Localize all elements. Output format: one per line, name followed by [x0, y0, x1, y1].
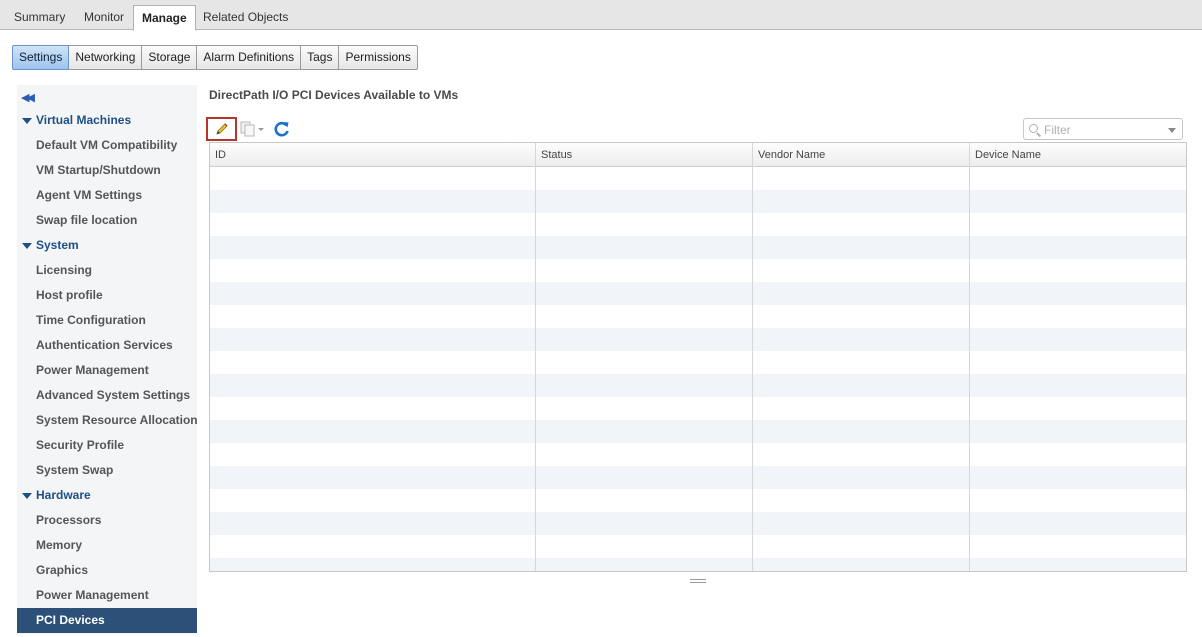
- nav-group-label: Virtual Machines: [36, 113, 132, 127]
- settings-sidebar: ◀◀ Virtual Machines Default VM Compatibi…: [17, 85, 197, 634]
- chevron-down-icon[interactable]: [1168, 128, 1176, 133]
- tab-manage[interactable]: Manage: [133, 5, 196, 31]
- double-chevron-left-icon[interactable]: ◀◀: [21, 91, 35, 104]
- subtab-tags[interactable]: Tags: [301, 45, 340, 70]
- column-header-status[interactable]: Status: [536, 143, 753, 167]
- table-row: [210, 374, 1186, 397]
- table-row: [210, 167, 1186, 190]
- nav-item-vm-startup-shutdown[interactable]: VM Startup/Shutdown: [17, 158, 197, 183]
- nav-item-time-configuration[interactable]: Time Configuration: [17, 308, 197, 333]
- copy-settings-button[interactable]: [240, 120, 268, 138]
- subtab-storage[interactable]: Storage: [142, 45, 198, 70]
- nav-item-security-profile[interactable]: Security Profile: [17, 433, 197, 458]
- triangle-down-icon: [22, 243, 32, 249]
- table-row: [210, 282, 1186, 305]
- table-row: [210, 558, 1186, 571]
- table-row: [210, 489, 1186, 512]
- table-row: [210, 305, 1186, 328]
- page-title: DirectPath I/O PCI Devices Available to …: [209, 88, 459, 102]
- filter-input[interactable]: [1044, 122, 1159, 137]
- nav-item-agent-vm-settings[interactable]: Agent VM Settings: [17, 183, 197, 208]
- table-row: [210, 443, 1186, 466]
- column-divider: [752, 143, 753, 571]
- nav-item-advanced-system-settings[interactable]: Advanced System Settings: [17, 383, 197, 408]
- tab-summary[interactable]: Summary: [6, 5, 73, 30]
- table-row: [210, 351, 1186, 374]
- nav-item-processors[interactable]: Processors: [17, 508, 197, 533]
- column-header-id[interactable]: ID: [210, 143, 536, 167]
- refresh-button[interactable]: [273, 120, 291, 138]
- table-body: [210, 167, 1186, 571]
- table-row: [210, 535, 1186, 558]
- tab-related-objects[interactable]: Related Objects: [195, 5, 296, 30]
- nav-item-system-resource-allocation[interactable]: System Resource Allocation: [17, 408, 197, 433]
- subtab-networking[interactable]: Networking: [69, 45, 143, 70]
- nav-group-label: Hardware: [36, 488, 91, 502]
- nav-item-power-management-hardware[interactable]: Power Management: [17, 583, 197, 608]
- filter-box: [1023, 118, 1183, 140]
- resize-grip-icon[interactable]: [690, 579, 706, 585]
- table-row: [210, 259, 1186, 282]
- pencil-icon: [215, 123, 228, 135]
- column-header-vendor-name[interactable]: Vendor Name: [753, 143, 970, 167]
- top-tab-bar: Summary Monitor Manage Related Objects: [0, 0, 1202, 31]
- nav-group-virtual-machines[interactable]: Virtual Machines: [17, 108, 197, 133]
- triangle-down-icon: [22, 118, 32, 124]
- edit-button[interactable]: [206, 117, 237, 141]
- refresh-icon: [274, 121, 289, 137]
- table-row: [210, 420, 1186, 443]
- column-divider: [969, 143, 970, 571]
- table-row: [210, 213, 1186, 236]
- table-header: ID Status Vendor Name Device Name: [210, 143, 1186, 167]
- column-divider: [535, 143, 536, 571]
- table-row: [210, 397, 1186, 420]
- table-row: [210, 190, 1186, 213]
- nav-item-authentication-services[interactable]: Authentication Services: [17, 333, 197, 358]
- copy-dropdown-icon: [240, 121, 264, 137]
- table-row: [210, 236, 1186, 259]
- nav-item-licensing[interactable]: Licensing: [17, 258, 197, 283]
- nav-item-memory[interactable]: Memory: [17, 533, 197, 558]
- nav-item-graphics[interactable]: Graphics: [17, 558, 197, 583]
- nav-group-system[interactable]: System: [17, 233, 197, 258]
- table-row: [210, 466, 1186, 489]
- table-row: [210, 328, 1186, 351]
- pci-devices-table: ID Status Vendor Name Device Name: [209, 142, 1187, 572]
- nav-group-hardware[interactable]: Hardware: [17, 483, 197, 508]
- column-header-device-name[interactable]: Device Name: [970, 143, 1186, 167]
- nav-item-swap-file-location[interactable]: Swap file location: [17, 208, 197, 233]
- subtab-alarm-definitions[interactable]: Alarm Definitions: [197, 45, 302, 70]
- triangle-down-icon: [22, 493, 32, 499]
- sub-tab-bar: Settings Networking Storage Alarm Defini…: [12, 45, 418, 70]
- subtab-settings[interactable]: Settings: [12, 45, 70, 70]
- nav-item-default-vm-compatibility[interactable]: Default VM Compatibility: [17, 133, 197, 158]
- nav-group-label: System: [36, 238, 79, 252]
- nav-item-power-management-system[interactable]: Power Management: [17, 358, 197, 383]
- search-icon: [1029, 124, 1038, 133]
- nav-item-pci-devices[interactable]: PCI Devices: [17, 608, 197, 633]
- nav-item-system-swap[interactable]: System Swap: [17, 458, 197, 483]
- subtab-permissions[interactable]: Permissions: [339, 45, 418, 70]
- table-row: [210, 512, 1186, 535]
- nav-item-host-profile[interactable]: Host profile: [17, 283, 197, 308]
- tab-monitor[interactable]: Monitor: [76, 5, 132, 30]
